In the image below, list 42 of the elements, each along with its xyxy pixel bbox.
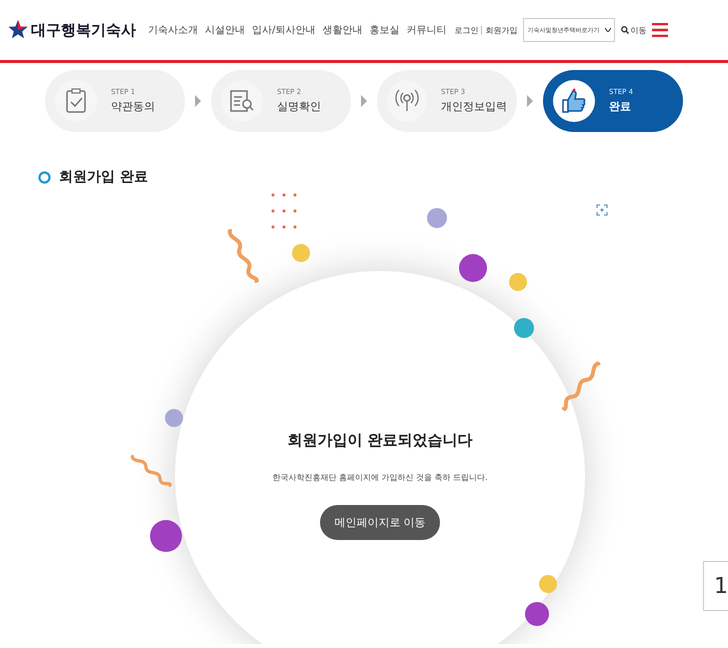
ball-decoration [459,254,487,282]
nav-link[interactable]: 입사/퇴사안내 [252,23,316,37]
side-widget[interactable]: 1 [703,561,728,611]
go-button[interactable]: 이동 [621,24,646,36]
step-label: 개인정보입력 [441,99,507,114]
site-logo-text[interactable]: 대구행복기숙사 [31,20,136,40]
section-title: 회원가입 완료 [59,168,148,186]
clipboard-check-icon [65,88,87,114]
nav-link[interactable]: 시설안내 [205,23,245,37]
completion-heading: 회원가입이 완료되었습니다 [287,431,473,450]
nav-link[interactable]: 홍보실 [369,23,400,37]
nav-link[interactable]: 생활안내 [322,23,362,37]
ball-decoration [150,520,182,552]
step-label: 실명확인 [277,99,321,114]
ball-decoration [292,244,310,262]
star-logo-icon [8,19,28,41]
antenna-icon [394,89,420,113]
step-label: 약관동의 [111,99,155,114]
ball-decoration [509,273,527,291]
step-label: 완료 [609,99,632,114]
step-arrow-icon [195,95,201,107]
ball-decoration [539,575,557,593]
nav-link[interactable]: 커뮤니티 [406,23,446,37]
dot-grid-decoration [270,192,298,230]
login-link[interactable]: 로그인 [454,24,478,36]
completion-message: 한국사학진흥재단 홈페이지에 가입하신 것을 축하 드립니다. [272,472,488,483]
ball-decoration [525,602,549,626]
ball-decoration [165,409,183,427]
document-search-icon [229,89,255,113]
nav-link[interactable]: 기숙사소개 [148,23,198,37]
signup-link[interactable]: 회원가입 [485,24,518,36]
ball-decoration [427,208,447,228]
chevron-down-icon [605,28,612,32]
step-arrow-icon [527,95,533,107]
menu-icon[interactable] [652,23,668,37]
search-icon [621,26,630,34]
ring-bullet-icon [38,170,51,184]
step-arrow-icon [361,95,367,107]
fullscreen-icon[interactable] [596,204,608,216]
main-page-button[interactable]: 메인페이지로 이동 [320,505,440,540]
thumbs-up-icon [560,87,588,115]
ball-decoration [514,318,534,338]
